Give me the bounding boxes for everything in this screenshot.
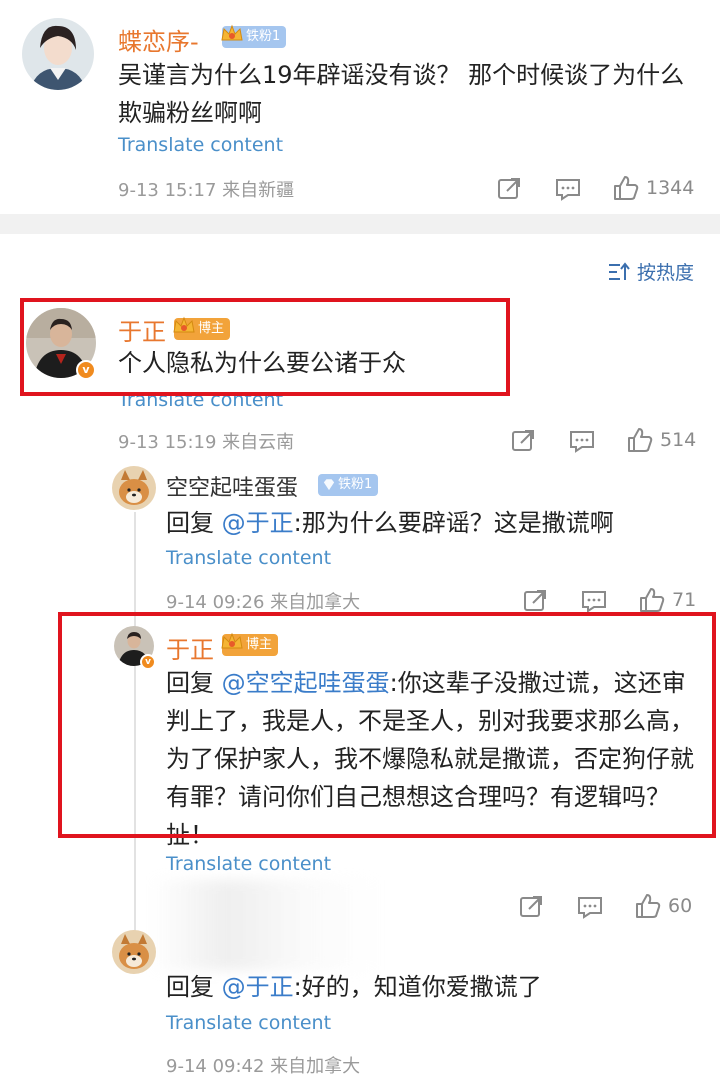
username[interactable]: 蝶恋序-	[118, 22, 199, 57]
share-button[interactable]	[518, 894, 544, 920]
sort-button[interactable]: 按热度	[607, 258, 694, 285]
thumbs-up-icon	[614, 176, 639, 200]
share-icon	[512, 430, 534, 451]
reply-body: :好的，知道你爱撒谎了	[293, 973, 542, 1001]
section-divider	[0, 214, 720, 234]
mention-link[interactable]: @于正	[222, 509, 294, 537]
comment-button[interactable]	[580, 588, 608, 614]
reply-prefix: 回复	[166, 973, 222, 1001]
like-count: 60	[668, 895, 693, 917]
highlight-box	[20, 298, 510, 396]
username[interactable]: 空空起哇蛋蛋	[166, 470, 298, 502]
thumbs-up-icon	[636, 894, 661, 918]
comment-icon	[556, 179, 580, 201]
fan-badge[interactable]: 铁粉1	[221, 24, 287, 48]
thumbs-up-icon	[628, 428, 653, 452]
share-button[interactable]	[496, 176, 522, 202]
thumbs-up-icon	[640, 588, 665, 612]
diamond-icon	[323, 479, 335, 491]
translate-link[interactable]: Translate content	[166, 547, 331, 569]
translate-link[interactable]: Translate content	[166, 853, 331, 875]
comment-button[interactable]	[554, 176, 582, 202]
badge-label: 铁粉1	[338, 477, 373, 492]
mention-link[interactable]: @于正	[222, 973, 294, 1001]
share-button[interactable]	[522, 588, 548, 614]
comment-text: 吴谨言为什么19年辟谣没有谈？ 那个时候谈了为什么欺骗粉丝啊啊	[118, 61, 685, 127]
like-count: 514	[660, 429, 697, 451]
comment-meta: 9-14 09:26 来自加拿大	[166, 592, 361, 613]
share-button[interactable]	[510, 428, 536, 454]
avatar[interactable]	[112, 466, 156, 510]
like-count: 1344	[646, 177, 695, 199]
highlight-box	[58, 612, 716, 838]
comment-meta: 9-14 09:42 来自加拿大	[166, 1056, 361, 1077]
comment-icon	[582, 591, 606, 613]
like-count: 71	[672, 589, 697, 611]
reply-text: 回复 @于正:好的，知道你爱撒谎了	[166, 968, 686, 1006]
comment-meta: 9-13 15:17 来自新疆	[118, 180, 295, 201]
like-button[interactable]: 514	[626, 426, 696, 454]
comment-icon	[578, 897, 602, 919]
badge-label: 铁粉1	[246, 29, 281, 44]
comment-button[interactable]	[576, 894, 604, 920]
share-icon	[498, 178, 520, 199]
reply-prefix: 回复	[166, 509, 222, 537]
avatar[interactable]	[112, 930, 156, 974]
share-icon	[520, 896, 542, 917]
sort-label: 按热度	[636, 262, 694, 284]
sort-icon	[608, 261, 630, 280]
comment-icon	[570, 431, 594, 453]
share-icon	[524, 590, 546, 611]
translate-link[interactable]: Translate content	[118, 134, 283, 156]
like-button[interactable]: 71	[638, 586, 696, 614]
avatar[interactable]	[22, 18, 94, 90]
reply-body: :那为什么要辟谣？这是撒谎啊	[293, 509, 614, 537]
redacted-region	[150, 880, 380, 970]
like-button[interactable]: 60	[634, 892, 692, 920]
fan-badge[interactable]: 铁粉1	[318, 474, 379, 496]
reply-text: 回复 @于正:那为什么要辟谣？这是撒谎啊	[166, 504, 686, 542]
translate-link[interactable]: Translate content	[166, 1012, 331, 1034]
like-button[interactable]: 1344	[612, 174, 694, 202]
crown-icon	[221, 24, 243, 41]
comment-button[interactable]	[568, 428, 596, 454]
comment-meta: 9-13 15:19 来自云南	[118, 432, 295, 453]
